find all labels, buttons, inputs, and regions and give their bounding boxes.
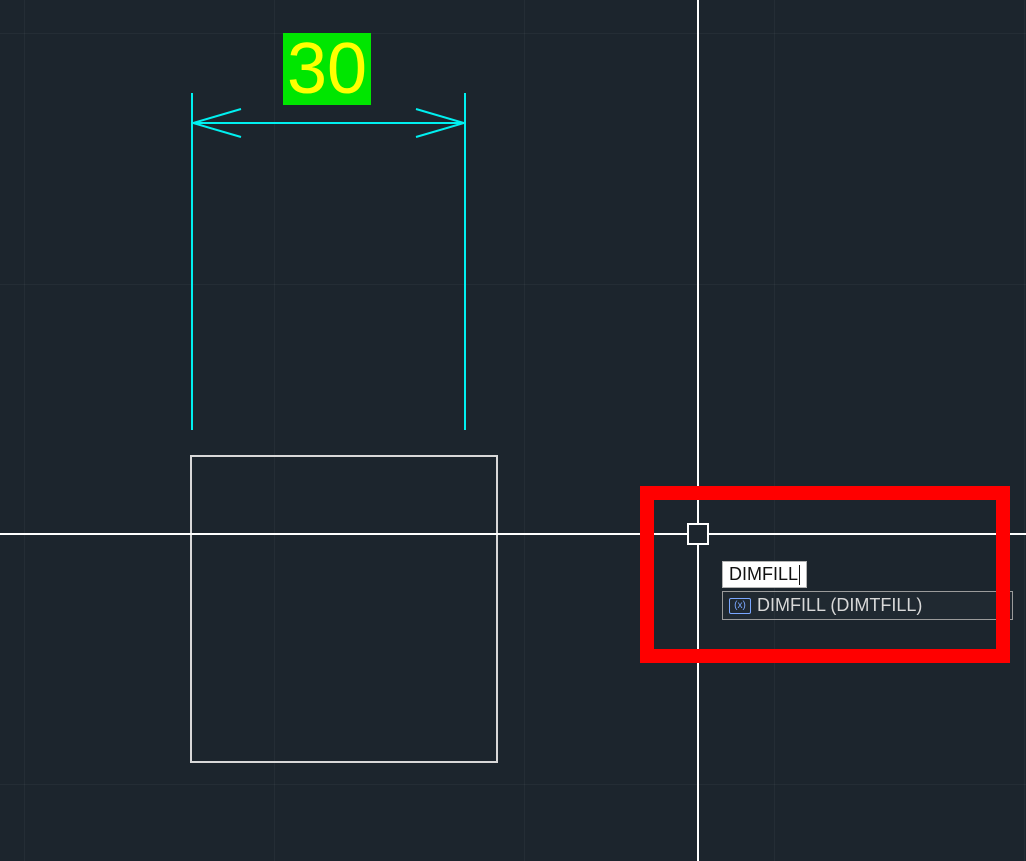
dimension-arrow-right-icon <box>414 108 464 138</box>
command-input-value: DIMFILL <box>729 564 798 584</box>
system-variable-icon: (x) <box>729 598 751 614</box>
command-suggestion-label: DIMFILL (DIMTFILL) <box>757 595 922 616</box>
crosshair-vertical <box>697 0 699 861</box>
drawn-rectangle[interactable] <box>190 455 498 763</box>
command-input[interactable]: DIMFILL <box>722 561 807 588</box>
text-caret-icon <box>799 565 800 585</box>
grid-line <box>774 0 775 861</box>
grid-line <box>0 33 1026 34</box>
dimension-text[interactable]: 30 <box>283 33 371 105</box>
command-suggestion-item[interactable]: (x) DIMFILL (DIMTFILL) <box>722 591 1013 620</box>
grid-line <box>0 784 1026 785</box>
dimension-arrow-left-icon <box>193 108 243 138</box>
crosshair-horizontal <box>0 533 1026 535</box>
dimension-extension-left[interactable] <box>191 93 193 430</box>
grid-line <box>524 0 525 861</box>
dimension-extension-right[interactable] <box>464 93 466 430</box>
crosshair-pickbox-icon <box>687 523 709 545</box>
dimension-value: 30 <box>287 29 367 109</box>
grid-line <box>24 0 25 861</box>
cad-drawing-area[interactable]: 30 DIMFILL (x) DIMFILL (DIMTFILL) <box>0 0 1026 861</box>
annotation-highlight-frame <box>640 486 1010 663</box>
grid-line <box>0 284 1026 285</box>
grid-line <box>1024 0 1025 861</box>
